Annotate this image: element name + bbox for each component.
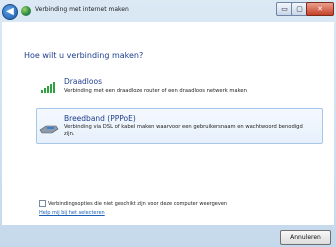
back-button[interactable]: ◀: [2, 4, 18, 20]
checkbox-label: Verbindingsopties die niet geschikt zijn…: [48, 201, 228, 207]
option-description: Verbinding via DSL of kabel maken waarvo…: [64, 124, 303, 137]
content-panel: Hoe wilt u verbinding maken? Draadloos V…: [2, 22, 334, 225]
window-title: Verbinding met internet maken: [35, 6, 129, 13]
close-button[interactable]: ✕: [306, 2, 334, 16]
option-description: Verbinding met een draadloze router of e…: [64, 88, 247, 94]
show-options-checkbox[interactable]: [39, 200, 46, 207]
option-title: Breedband (PPPoE): [64, 114, 136, 123]
network-cable-icon: [39, 119, 59, 134]
help-link[interactable]: Help mij bij het selecteren: [39, 210, 105, 216]
network-globe-icon: [21, 6, 31, 16]
page-heading: Hoe wilt u verbinding maken?: [24, 51, 144, 60]
cancel-button[interactable]: Annuleren: [280, 230, 331, 245]
wifi-signal-icon: [41, 81, 57, 93]
option-broadband[interactable]: Breedband (PPPoE) Verbinding via DSL of …: [36, 108, 323, 144]
wizard-window: ◀ Verbinding met internet maken ▭ ▢ ✕ Ho…: [0, 0, 336, 247]
show-options-row[interactable]: Verbindingsopties die niet geschikt zijn…: [39, 200, 227, 207]
option-title: Draadloos: [64, 77, 102, 86]
option-wireless[interactable]: Draadloos Verbinding met een draadloze r…: [36, 72, 323, 102]
title-bar: ◀ Verbinding met internet maken ▭ ▢ ✕: [0, 0, 336, 22]
